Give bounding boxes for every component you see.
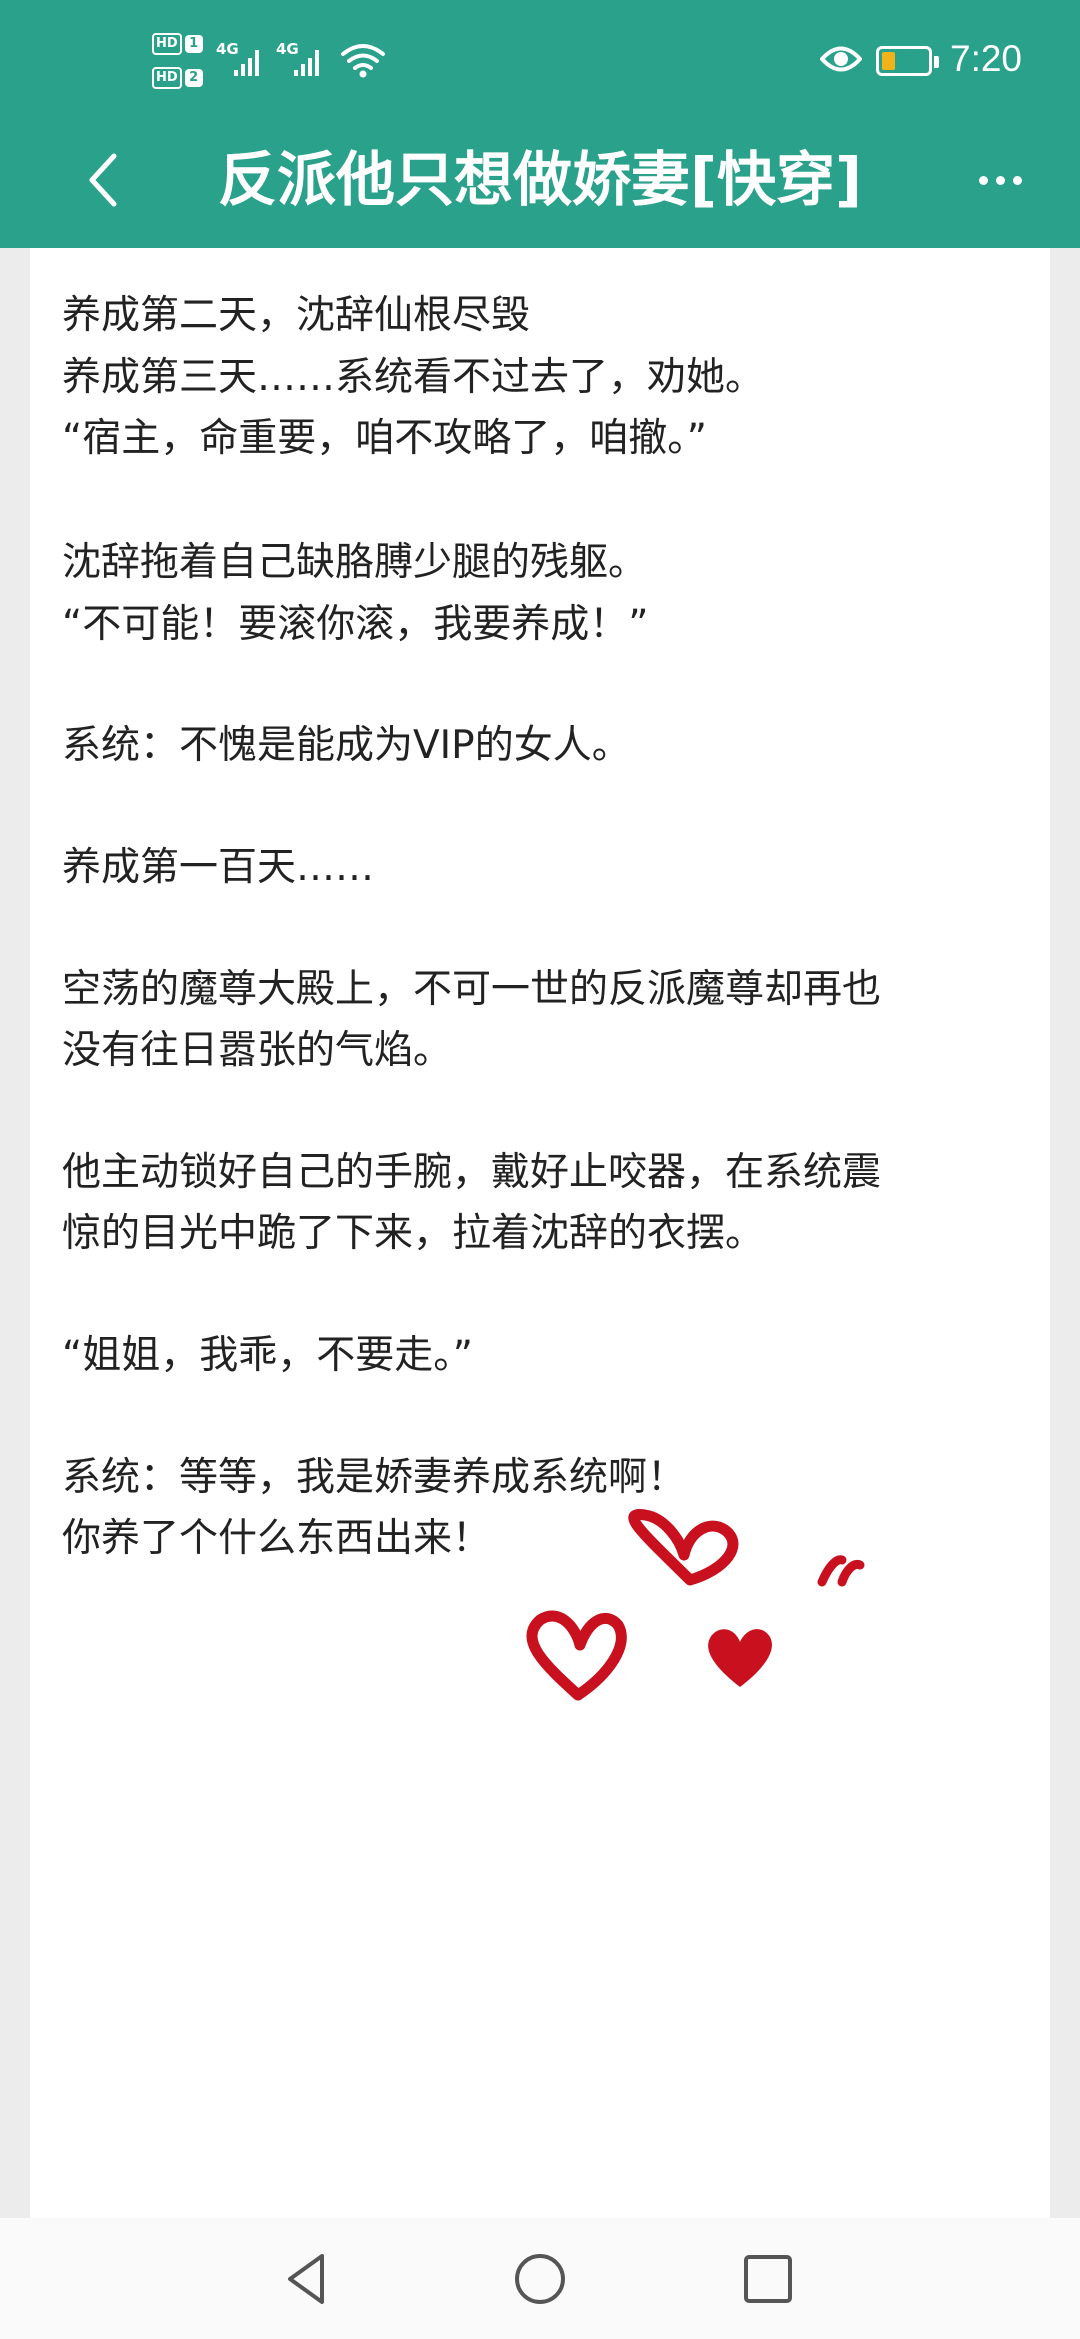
reading-page[interactable]: 养成第二天，沈辞仙根尽毁 养成第三天……系统看不过去了，劝她。 “宿主，命重要，… [30, 248, 1050, 2218]
back-triangle-icon[interactable] [272, 2244, 342, 2314]
home-circle-icon[interactable] [505, 2244, 575, 2314]
text-line: 系统：等等，我是娇妻养成系统啊！ [62, 1455, 687, 1500]
page-title: 反派他只想做娇妻[快穿] [218, 145, 862, 214]
text-line: 惊的目光中跪了下来，拉着沈辞的衣摆。 [62, 1211, 765, 1256]
app-header: 反派他只想做娇妻[快穿] [0, 120, 1080, 248]
battery-icon [876, 46, 939, 76]
status-bar: HD 1 HD 2 4G 4G 7:20 [0, 0, 1080, 120]
text-line: “不可能！要滚你滚，我要养成！” [62, 602, 649, 647]
hd1-indicator: HD 1 [152, 32, 204, 56]
eye-icon [820, 46, 862, 72]
text-line: “宿主，命重要，咱不攻略了，咱撤。” [62, 416, 707, 461]
more-dots-icon[interactable] [960, 160, 1040, 200]
hd2-number: 2 [184, 69, 203, 87]
text-line: 养成第二天，沈辞仙根尽毁 [62, 293, 531, 338]
hd2-label: HD [152, 67, 182, 89]
chevron-left-icon[interactable] [70, 140, 140, 220]
text-line: 空荡的魔尊大殿上，不可一世的反派魔尊却再也 [62, 967, 882, 1012]
hd1-label: HD [152, 33, 182, 55]
hd2-indicator: HD 2 [152, 66, 204, 90]
recents-square-icon[interactable] [733, 2244, 803, 2314]
text-line: 他主动锁好自己的手腕，戴好止咬器，在系统震 [62, 1150, 882, 1195]
battery-level [882, 52, 895, 70]
text-line: 养成第三天……系统看不过去了，劝她。 [62, 355, 765, 400]
text-line: 你养了个什么东西出来！ [62, 1516, 492, 1561]
text-line: “姐姐，我乖，不要走。” [62, 1333, 473, 1378]
text-line: 没有往日嚣张的气焰。 [62, 1028, 453, 1073]
text-line: 系统：不愧是能成为VIP的女人。 [62, 723, 631, 768]
top-bar: HD 1 HD 2 4G 4G 7:20 反派他只想做娇妻[快穿] [0, 0, 1080, 248]
text-line: 沈辞拖着自己缺胳膊少腿的残躯。 [62, 540, 648, 585]
clock: 7:20 [950, 38, 1023, 79]
wifi-icon [341, 44, 385, 78]
hd1-number: 1 [184, 35, 203, 53]
system-navigation-bar [0, 2218, 1080, 2339]
text-line: 养成第一百天…… [62, 845, 375, 890]
